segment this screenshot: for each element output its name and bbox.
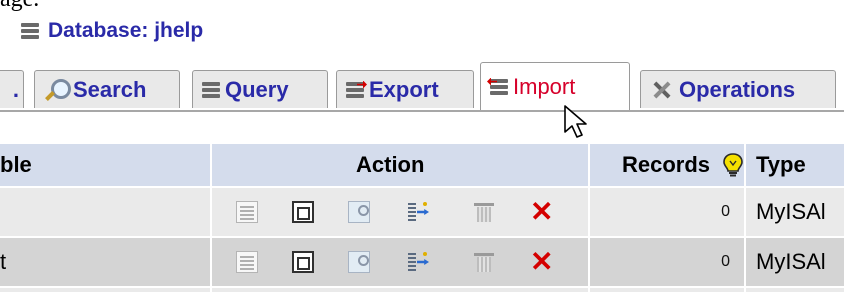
drop-icon[interactable]: ✕ bbox=[530, 198, 553, 226]
browse-icon[interactable] bbox=[236, 251, 258, 273]
tab-import[interactable]: Import bbox=[480, 62, 630, 110]
column-header-table[interactable]: ble bbox=[0, 144, 32, 186]
table-row bbox=[0, 288, 844, 292]
lightbulb-icon bbox=[723, 153, 743, 177]
database-icon bbox=[20, 22, 40, 40]
database-icon bbox=[201, 81, 221, 99]
table-header-row: ble Action Records Type bbox=[0, 144, 844, 186]
empty-icon[interactable] bbox=[474, 201, 494, 223]
search-icon bbox=[43, 77, 71, 103]
row-separator bbox=[0, 186, 844, 188]
tab-export[interactable]: Export bbox=[336, 70, 474, 108]
records-count: 0 bbox=[721, 253, 730, 270]
column-separator bbox=[744, 144, 746, 292]
search-icon[interactable] bbox=[348, 251, 370, 273]
column-separator bbox=[210, 144, 212, 292]
tab-search[interactable]: Search bbox=[34, 70, 180, 108]
empty-icon[interactable] bbox=[474, 251, 494, 273]
search-icon[interactable] bbox=[348, 201, 370, 223]
tab-operations-label: Operations bbox=[679, 76, 796, 102]
structure-icon[interactable] bbox=[292, 201, 314, 223]
table-row: t ✕ 0 MyISAl bbox=[0, 238, 844, 286]
drop-icon[interactable]: ✕ bbox=[530, 248, 553, 276]
tab-operations[interactable]: Operations bbox=[640, 70, 836, 108]
column-header-records[interactable]: Records bbox=[622, 144, 710, 186]
table-name[interactable]: t bbox=[0, 238, 6, 286]
database-header[interactable]: Database: jhelp bbox=[20, 14, 203, 48]
tab-query-label: Query bbox=[225, 76, 289, 102]
table-type: MyISAl bbox=[756, 249, 826, 274]
caption-fragment: age. bbox=[0, 0, 39, 13]
insert-icon[interactable] bbox=[408, 251, 430, 273]
import-icon bbox=[487, 77, 509, 96]
tab-import-label: Import bbox=[513, 73, 576, 99]
tab-export-label: Export bbox=[369, 76, 439, 102]
row-separator bbox=[0, 286, 844, 288]
browse-icon[interactable] bbox=[236, 201, 258, 223]
row-separator bbox=[0, 236, 844, 238]
tab-previous[interactable]: . bbox=[0, 70, 24, 108]
mouse-cursor-icon bbox=[564, 105, 587, 138]
tab-query[interactable]: Query bbox=[192, 70, 328, 108]
records-count: 0 bbox=[721, 203, 730, 220]
column-separator bbox=[588, 144, 590, 292]
tab-search-label: Search bbox=[73, 76, 147, 102]
database-header-label[interactable]: Database: jhelp bbox=[48, 19, 203, 43]
tables-list: ble Action Records Type ✕ 0 MyISAl t ✕ 0… bbox=[0, 144, 844, 292]
tab-bar: . Search Query Export Import Operations bbox=[0, 54, 844, 112]
operations-icon bbox=[649, 78, 675, 102]
table-type: MyISAl bbox=[756, 199, 826, 224]
table-row: ✕ 0 MyISAl bbox=[0, 188, 844, 236]
structure-icon[interactable] bbox=[292, 251, 314, 273]
tab-previous-label: . bbox=[12, 76, 19, 102]
column-header-action: Action bbox=[356, 152, 425, 177]
insert-icon[interactable] bbox=[408, 201, 430, 223]
export-icon bbox=[345, 80, 367, 99]
column-header-type[interactable]: Type bbox=[756, 144, 806, 186]
